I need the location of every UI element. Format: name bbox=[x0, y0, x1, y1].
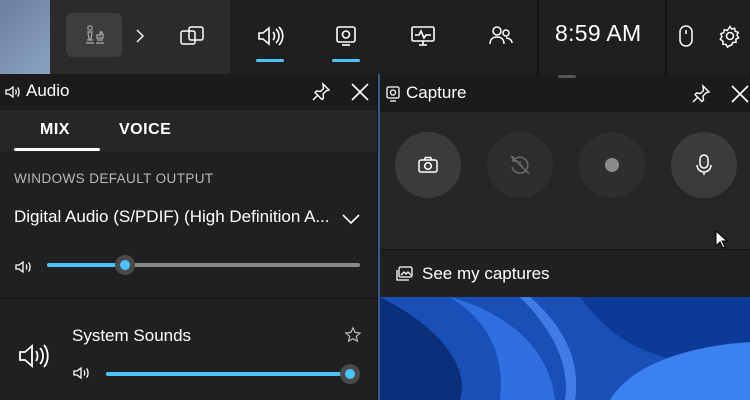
speaker-icon bbox=[5, 85, 20, 99]
pin-icon[interactable] bbox=[690, 83, 712, 105]
tab-selected-indicator bbox=[14, 148, 100, 151]
microphone-icon bbox=[696, 154, 712, 175]
audio-panel-header[interactable]: Audio bbox=[0, 74, 377, 110]
home-area bbox=[50, 0, 230, 74]
mouse-icon bbox=[679, 25, 693, 47]
audio-tabs: MIX VOICE bbox=[0, 110, 377, 152]
mouse-button[interactable] bbox=[658, 14, 714, 58]
panel-title: Capture bbox=[406, 83, 467, 102]
tab-mix[interactable]: MIX bbox=[40, 121, 70, 139]
slider-fill bbox=[47, 263, 126, 267]
capture-icon bbox=[336, 26, 356, 46]
microphone-button[interactable] bbox=[671, 132, 737, 198]
chevron-right-icon[interactable] bbox=[130, 24, 150, 48]
see-my-captures-label: See my captures bbox=[422, 264, 550, 283]
capture-panel-header[interactable]: Capture bbox=[380, 74, 750, 112]
close-icon[interactable] bbox=[728, 82, 750, 106]
social-icon bbox=[489, 26, 513, 45]
widget-menu-icon bbox=[180, 26, 204, 45]
game-bar-overlay: 8:59 AM Audio MIX VOICE WINDOWS DEFAULT … bbox=[0, 0, 750, 400]
capture-controls bbox=[380, 112, 750, 249]
pin-icon[interactable] bbox=[310, 81, 332, 103]
slider-thumb[interactable] bbox=[340, 364, 360, 384]
performance-icon bbox=[411, 26, 435, 46]
volume-icon bbox=[73, 366, 89, 380]
close-icon[interactable] bbox=[348, 80, 372, 104]
speaker-icon bbox=[19, 344, 49, 368]
widget-menu-button[interactable] bbox=[164, 14, 220, 58]
drag-handle[interactable] bbox=[558, 75, 576, 78]
active-indicator bbox=[332, 59, 360, 62]
record-last-button[interactable] bbox=[487, 132, 553, 198]
volume-icon bbox=[15, 260, 31, 274]
slider-fill bbox=[106, 372, 350, 376]
home-button[interactable] bbox=[66, 13, 122, 57]
capture-panel: Capture See my captures bbox=[380, 74, 750, 400]
settings-button[interactable] bbox=[710, 14, 750, 58]
divider bbox=[0, 298, 377, 299]
desktop-wallpaper bbox=[380, 297, 750, 400]
active-indicator bbox=[256, 59, 284, 62]
audio-widget-button[interactable] bbox=[242, 14, 298, 62]
social-widget-button[interactable] bbox=[473, 14, 529, 58]
divider bbox=[537, 0, 539, 74]
capture-widget-button[interactable] bbox=[318, 14, 374, 62]
audio-icon bbox=[258, 26, 284, 46]
section-label: WINDOWS DEFAULT OUTPUT bbox=[14, 171, 214, 186]
record-last-icon bbox=[510, 155, 530, 175]
panel-title: Audio bbox=[26, 81, 70, 100]
gallery-icon bbox=[396, 266, 413, 281]
chess-icon bbox=[86, 25, 104, 44]
audio-panel: Audio MIX VOICE WINDOWS DEFAULT OUTPUT D… bbox=[0, 74, 378, 400]
star-icon[interactable] bbox=[344, 326, 362, 344]
camera-icon bbox=[418, 156, 438, 173]
performance-widget-button[interactable] bbox=[395, 14, 451, 58]
game-bar-top: 8:59 AM bbox=[50, 0, 750, 74]
capture-icon bbox=[386, 86, 400, 102]
tab-voice[interactable]: VOICE bbox=[119, 121, 171, 139]
see-my-captures-link[interactable]: See my captures bbox=[380, 249, 750, 297]
app-name: System Sounds bbox=[72, 326, 192, 345]
record-icon bbox=[605, 158, 619, 172]
slider-thumb[interactable] bbox=[115, 255, 136, 275]
screenshot-button[interactable] bbox=[395, 132, 461, 198]
mouse-cursor-icon bbox=[715, 230, 729, 249]
app-volume-slider[interactable] bbox=[106, 364, 360, 384]
record-button[interactable] bbox=[579, 132, 645, 198]
gear-icon bbox=[719, 25, 740, 48]
output-device-select[interactable]: Digital Audio (S/PDIF) (High Definition … bbox=[14, 207, 334, 227]
chevron-down-icon[interactable] bbox=[340, 208, 362, 230]
clock: 8:59 AM bbox=[555, 20, 642, 46]
master-volume-slider[interactable] bbox=[47, 255, 360, 275]
